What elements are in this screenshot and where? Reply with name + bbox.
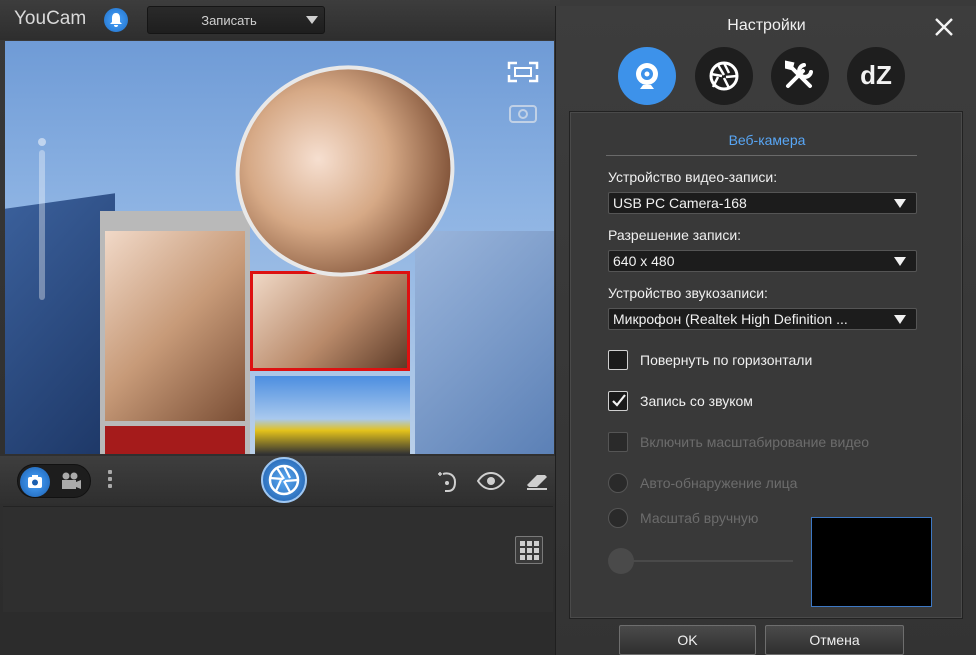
camera-icon[interactable] [20,467,50,497]
close-icon[interactable] [932,15,956,39]
auto-face-radio[interactable] [608,473,628,493]
camera-preview [5,41,554,454]
flip-horizontal-checkbox[interactable] [608,350,628,370]
building-right [415,231,554,454]
gallery-area [3,506,553,612]
auto-face-label: Авто-обнаружение лица [640,475,798,491]
chevron-down-icon [894,199,906,208]
video-device-select[interactable]: USB PC Camera-168 [608,192,917,214]
bell-icon[interactable] [104,8,128,32]
cancel-button[interactable]: Отмена [765,625,904,655]
manual-zoom-radio[interactable] [608,508,628,528]
tools-icon [785,60,813,88]
eraser-icon[interactable] [524,471,550,491]
chevron-down-icon [894,315,906,324]
face-icon[interactable] [436,470,458,492]
divider [606,155,917,156]
enable-zoom-checkbox[interactable] [608,432,628,452]
checkmark-icon [612,394,626,407]
snapshot-icon[interactable] [508,101,538,123]
eye-icon[interactable] [477,472,505,490]
mode-toggle[interactable] [17,464,91,498]
manual-zoom-label: Масштаб вручную [640,510,759,526]
record-audio-checkbox[interactable] [608,391,628,411]
billboard-car [255,376,410,454]
slider-knob[interactable] [608,548,634,574]
zoom-slider-dot [38,138,46,146]
tab-dz[interactable]: dZ [847,47,905,105]
building-left [5,193,115,454]
settings-panel: Веб-камера Устройство видео-записи: USB … [569,111,963,619]
video-icon[interactable] [60,471,82,491]
record-mode-select[interactable]: Записать [147,6,325,34]
billboard-middle [250,271,410,371]
manual-zoom-slider[interactable] [608,548,793,574]
chevron-down-icon [894,257,906,266]
audio-device-select[interactable]: Микрофон (Realtek High Definition ... [608,308,917,330]
flip-horizontal-label: Повернуть по горизонтали [640,352,813,368]
audio-device-label: Устройство звукозаписи: [608,285,768,301]
resolution-select[interactable]: 640 x 480 [608,250,917,272]
ok-button[interactable]: OK [619,625,756,655]
app-title: YouCam [14,8,87,29]
record-mode-label: Записать [201,13,257,28]
aperture-icon [709,61,739,91]
dialog-title: Настройки [727,17,806,34]
resolution-label: Разрешение записи: [608,227,742,243]
shutter-icon[interactable] [261,457,307,503]
video-device-label: Устройство видео-записи: [608,169,778,185]
billboard-left [105,231,245,421]
zoom-slider-track [39,150,45,300]
tab-dz-label: dZ [860,60,892,90]
tab-capture[interactable] [695,47,753,105]
zoom-slider[interactable] [36,138,48,308]
record-audio-label: Запись со звуком [640,393,753,409]
zoom-preview-box [811,517,932,607]
fullscreen-icon[interactable] [507,61,539,83]
slider-track [618,560,793,562]
section-title: Веб-камера [728,132,806,148]
tab-tools[interactable] [771,47,829,105]
more-options-icon[interactable] [106,467,114,495]
video-device-value: USB PC Camera-168 [613,195,747,211]
tab-webcam[interactable] [618,47,676,105]
top-bar: YouCam Записать [0,0,560,40]
resolution-value: 640 x 480 [613,253,675,269]
bottom-strip [0,614,556,655]
chevron-down-icon [306,16,318,24]
settings-dialog: Настройки dZ Веб-камера Устройство видео… [555,6,976,655]
enable-zoom-label: Включить масштабирование видео [640,434,870,450]
audio-device-value: Микрофон (Realtek High Definition ... [613,311,848,327]
grid-icon[interactable] [515,536,543,564]
billboard-red-strip [105,426,245,454]
webcam-icon [636,63,658,89]
